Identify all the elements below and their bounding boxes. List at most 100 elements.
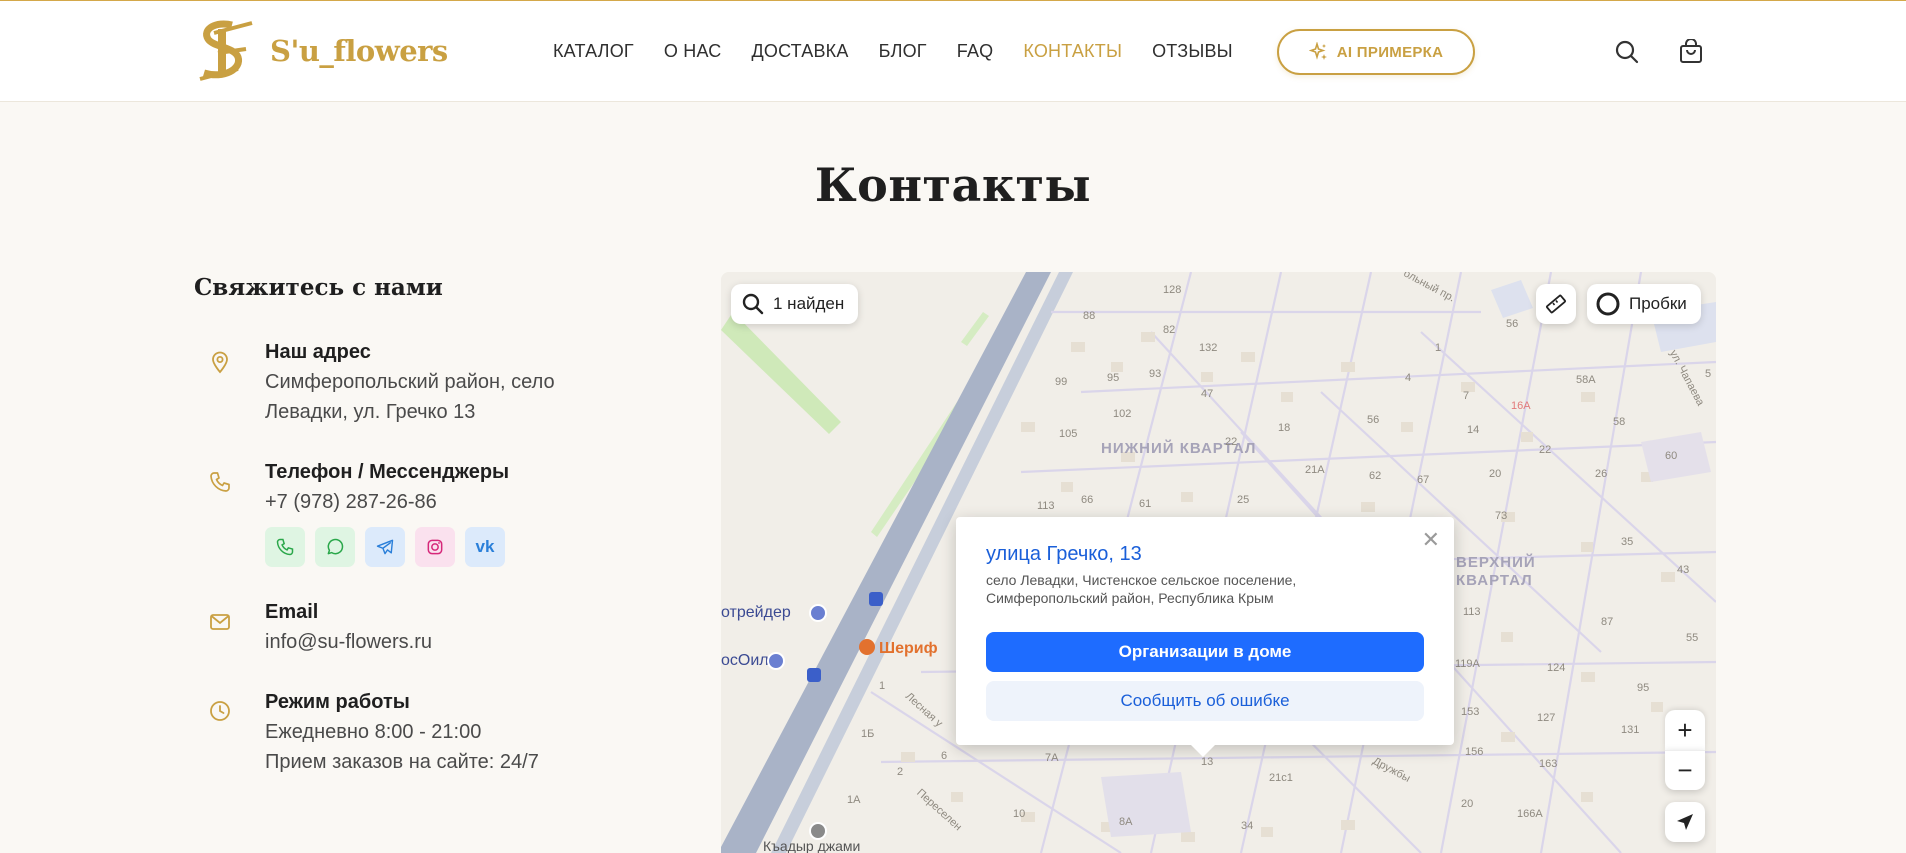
email-address[interactable]: info@su-flowers.ru [265,627,432,657]
mosque-icon[interactable] [809,822,827,840]
house-number: 1А [847,794,861,806]
search-results-count: 1 найден [773,294,845,313]
phone-number[interactable]: +7 (978) 287-26-86 [265,487,437,517]
house-number: 26 [1595,468,1608,480]
house-number: 34 [1241,820,1254,832]
yandex-map[interactable]: НИЖНИЙ КВАРТАЛ ВЕРХНИЙ КВАРТАЛ отрейдер … [721,272,1716,853]
house-number: 25 [1237,494,1250,506]
organizations-button[interactable]: Организации в доме [986,632,1424,672]
address-popup: ✕ улица Гречко, 13 село Левадки, Чистенс… [956,517,1454,757]
phone-call-button[interactable] [265,527,305,567]
logo-monogram-icon [199,20,253,81]
nav-catalog[interactable]: КАТАЛОГ [553,41,634,62]
gas-station-icon[interactable] [809,604,827,622]
house-number: 82 [1163,324,1176,336]
house-number: 62 [1369,470,1382,482]
house-number: 99 [1055,376,1068,388]
telegram-icon [376,539,394,555]
house-number: 21А [1305,464,1325,476]
map-search-results[interactable]: 1 найден [731,284,859,324]
report-error-button[interactable]: Сообщить об ошибке [986,681,1424,721]
house-number: 93 [1149,368,1162,380]
vk-button[interactable]: vk [465,527,505,567]
contact-heading: Свяжитесь с нами [194,274,443,301]
nav-blog[interactable]: БЛОГ [879,41,927,62]
gas-station-icon[interactable] [767,652,785,670]
whatsapp-button[interactable] [315,527,355,567]
house-number: 7 [1463,390,1470,402]
house-number: 153 [1461,706,1480,718]
house-number: 55 [1686,632,1699,644]
house-number: 1 [1435,342,1442,354]
telegram-button[interactable] [365,527,405,567]
house-number: 14 [1467,424,1480,436]
bus-stop-icon[interactable] [807,668,821,682]
navigation-arrow-icon [1677,814,1693,830]
ruler-icon [1546,294,1566,314]
search-icon [742,293,764,315]
close-icon[interactable]: ✕ [1422,527,1440,553]
hours-label: Режим работы [265,691,410,713]
cart-icon[interactable] [1678,39,1704,65]
poi-sherif[interactable]: Шериф [859,639,938,658]
house-number: 16А [1511,400,1531,412]
house-number: 1Б [861,728,875,740]
phone-icon [210,472,230,492]
house-number: 22 [1225,436,1238,448]
traffic-button[interactable]: Пробки [1587,284,1701,324]
house-number: 10 [1013,808,1026,820]
hours-daily: Ежедневно 8:00 - 21:00 [265,721,482,743]
zoom-out-button[interactable]: − [1665,750,1705,790]
house-number: 6 [941,750,948,762]
house-number: 58 [1613,416,1626,428]
house-number: 60 [1665,450,1678,462]
geolocation-button[interactable] [1665,802,1705,842]
house-number: 56 [1506,318,1519,330]
nav-delivery[interactable]: ДОСТАВКА [751,41,848,62]
clock-icon [210,701,230,721]
nav-about[interactable]: О НАС [664,41,722,62]
house-number: 88 [1083,310,1096,322]
house-number: 8А [1119,816,1133,828]
instagram-icon [427,539,443,555]
house-number: 18 [1278,422,1291,434]
hours-online: Прием заказов на сайте: 24/7 [265,751,539,773]
brand-logo[interactable]: S'u_flowers [194,19,448,83]
page-title: Контакты [814,158,1092,212]
bus-stop-icon[interactable] [869,592,883,606]
zoom-in-button[interactable]: + [1665,710,1705,750]
poi-gas-station-1[interactable]: отрейдер [721,604,791,622]
house-number: 67 [1417,474,1430,486]
house-number: 43 [1677,564,1690,576]
nav-contacts[interactable]: КОНТАКТЫ [1023,41,1122,62]
ai-fitting-label: AI ПРИМЕРКА [1336,43,1444,61]
whatsapp-icon [327,538,344,555]
ruler-button[interactable] [1536,284,1576,324]
house-number: 35 [1621,536,1634,548]
house-number: 132 [1199,342,1218,354]
house-number: 1 [879,680,886,692]
phone-label: Телефон / Мессенджеры [265,461,510,483]
phone-icon [276,538,294,556]
cafe-icon [859,639,875,655]
poi-gas-station-2[interactable]: осОил [721,652,769,670]
brand-name: S'u_flowers [270,34,448,68]
house-number: 113 [1463,606,1481,618]
house-number: 4 [1405,372,1412,384]
house-number: 102 [1113,408,1132,420]
house-number: 163 [1539,758,1558,770]
sparkles-icon [1308,42,1327,60]
nav-faq[interactable]: FAQ [957,41,994,62]
instagram-button[interactable] [415,527,455,567]
house-number: 20 [1461,798,1474,810]
house-number: 58А [1576,374,1596,386]
popup-title[interactable]: улица Гречко, 13 [986,543,1142,566]
nav-reviews[interactable]: ОТЗЫВЫ [1152,41,1233,62]
house-number: 47 [1201,388,1214,400]
house-number: 113 [1037,500,1055,512]
poi-mosque[interactable]: Къадыр джами [763,838,860,853]
ai-fitting-button[interactable]: AI ПРИМЕРКА [1277,29,1475,75]
messenger-links: vk [265,527,505,567]
search-icon[interactable] [1614,39,1640,65]
poi-sherif-label: Шериф [879,640,938,657]
